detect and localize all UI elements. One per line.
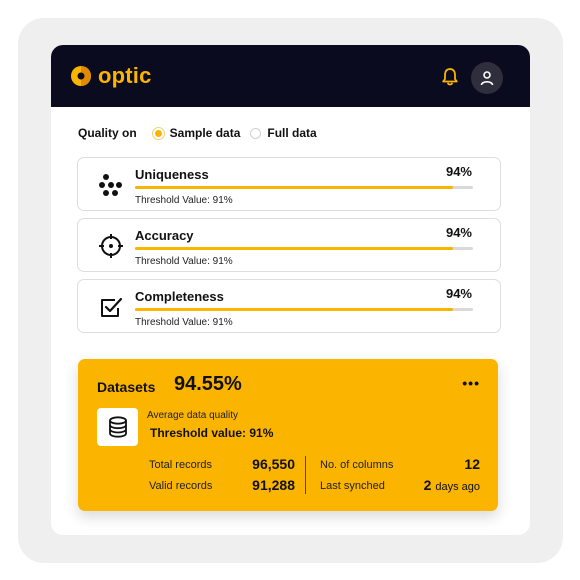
progress-track <box>135 247 473 250</box>
top-bar: optic <box>51 45 530 107</box>
metric-percent: 94% <box>445 286 472 301</box>
datasets-value: 94.55% <box>174 373 242 395</box>
valid-records-value: 91,288 <box>252 477 295 493</box>
quality-selector: Quality on Sample data Full data <box>78 126 317 140</box>
average-quality-label: Average data quality <box>147 410 238 421</box>
app-card: optic Quality on Sample data Full data U… <box>51 45 530 535</box>
total-records-value: 96,550 <box>252 456 295 472</box>
metric-card-accuracy[interactable]: Accuracy 94% Threshold Value: 91% <box>77 218 501 272</box>
database-icon-box <box>97 408 138 446</box>
stats-divider <box>305 456 306 494</box>
threshold-value: Threshold value: 91% <box>150 426 274 440</box>
synched-value: 2 days ago <box>408 477 480 493</box>
columns-label: No. of columns <box>320 459 394 471</box>
metric-percent: 94% <box>445 164 472 179</box>
metric-threshold: Threshold Value: 91% <box>135 195 233 206</box>
crosshair-icon <box>99 234 123 258</box>
metric-threshold: Threshold Value: 91% <box>135 317 233 328</box>
synched-label: Last synched <box>320 480 385 492</box>
radio-selected[interactable] <box>152 127 164 139</box>
optic-logo-icon <box>71 66 91 86</box>
option-sample-data[interactable]: Sample data <box>152 126 241 140</box>
progress-fill <box>135 247 453 250</box>
valid-records-label: Valid records <box>149 480 213 492</box>
database-icon <box>108 416 127 438</box>
metric-threshold: Threshold Value: 91% <box>135 256 233 267</box>
synched-unit: days ago <box>435 481 480 493</box>
option-label: Full data <box>267 126 317 140</box>
avatar[interactable] <box>471 62 503 94</box>
progress-fill <box>135 186 453 189</box>
user-icon <box>480 71 494 86</box>
metric-name: Completeness <box>135 289 224 304</box>
columns-value: 12 <box>464 456 480 472</box>
datasets-title: Datasets <box>97 379 156 395</box>
logo[interactable]: optic <box>70 63 152 89</box>
synched-number: 2 <box>423 477 432 493</box>
dots-icon <box>99 174 122 196</box>
bell-icon[interactable] <box>441 67 459 87</box>
more-options-icon[interactable]: ••• <box>462 375 480 391</box>
progress-track <box>135 186 473 189</box>
option-full-data[interactable]: Full data <box>250 126 317 140</box>
metric-percent: 94% <box>445 225 472 240</box>
metric-card-completeness[interactable]: Completeness 94% Threshold Value: 91% <box>77 279 501 333</box>
metric-card-uniqueness[interactable]: Uniqueness 94% Threshold Value: 91% <box>77 157 501 211</box>
progress-fill <box>135 308 453 311</box>
checkbox-icon <box>101 297 123 317</box>
datasets-card[interactable]: Datasets 94.55% ••• Average data quality… <box>78 359 498 511</box>
quality-label: Quality on <box>78 126 137 140</box>
option-label: Sample data <box>169 126 241 140</box>
metric-name: Uniqueness <box>135 167 209 182</box>
radio-unselected[interactable] <box>250 127 262 139</box>
progress-track <box>135 308 473 311</box>
brand-name: optic <box>98 63 152 88</box>
metric-name: Accuracy <box>135 228 194 243</box>
total-records-label: Total records <box>149 459 212 471</box>
